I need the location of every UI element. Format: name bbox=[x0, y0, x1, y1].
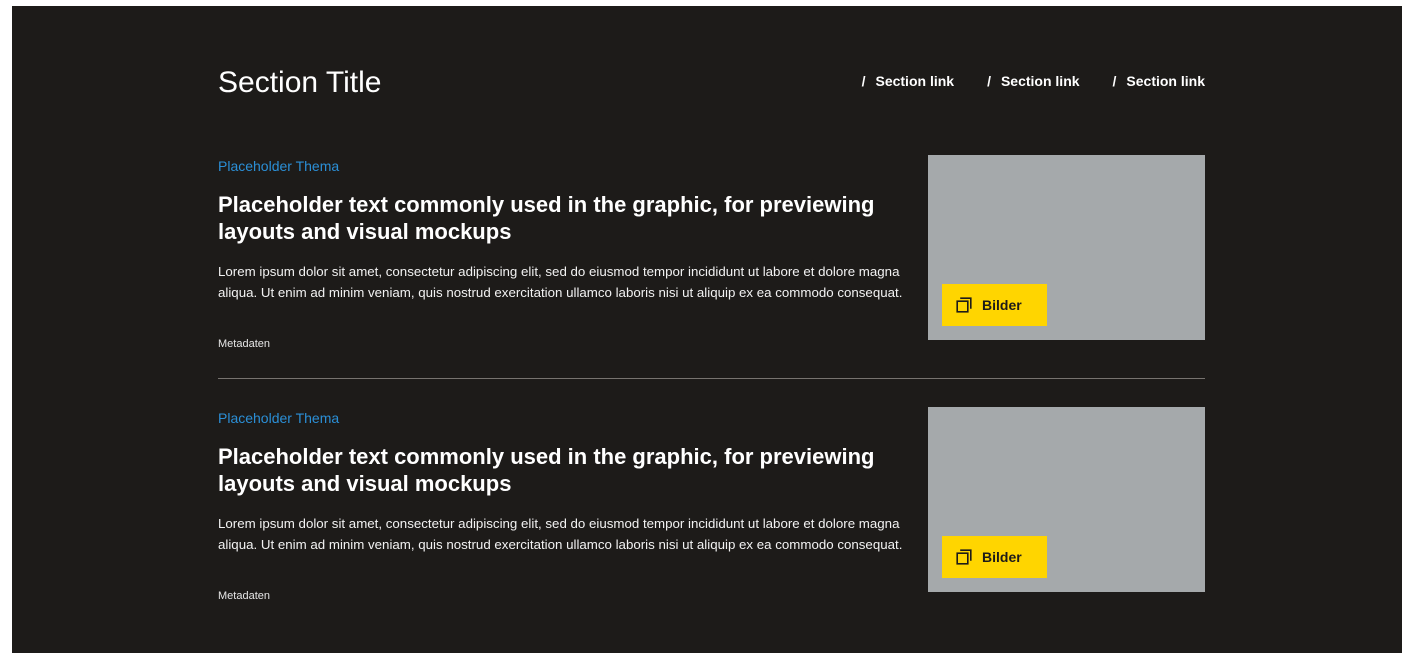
article-metadata: Metadaten bbox=[218, 338, 270, 350]
article-headline[interactable]: Placeholder text commonly used in the gr… bbox=[218, 191, 918, 245]
section-links: / Section link / Section link / Section … bbox=[862, 71, 1205, 91]
article-teaser[interactable]: Placeholder Thema Placeholder text commo… bbox=[218, 155, 1205, 350]
article-teaser-text: Lorem ipsum dolor sit amet, consectetur … bbox=[218, 516, 903, 552]
gallery-button-label: Bilder bbox=[982, 549, 1022, 565]
section-link-2[interactable]: / Section link bbox=[987, 71, 1079, 91]
article-headline[interactable]: Placeholder text commonly used in the gr… bbox=[218, 443, 918, 497]
section-link-1[interactable]: / Section link bbox=[862, 71, 954, 91]
section-link-3[interactable]: / Section link bbox=[1113, 71, 1205, 91]
article-teaser[interactable]: Placeholder Thema Placeholder text commo… bbox=[218, 407, 1205, 602]
article-metadata: Metadaten bbox=[218, 590, 270, 602]
section-title: Section Title bbox=[218, 66, 382, 99]
section-link-label: Section link bbox=[1000, 73, 1080, 89]
article-divider bbox=[218, 378, 1205, 379]
teaser-section: Section Title / Section link / Section l… bbox=[12, 6, 1402, 653]
article-image[interactable]: Bilder bbox=[928, 407, 1205, 592]
slash-icon: / bbox=[1112, 73, 1117, 89]
article-theme-link[interactable]: Placeholder Thema bbox=[218, 409, 339, 427]
slash-icon: / bbox=[987, 73, 991, 89]
gallery-button[interactable]: Bilder bbox=[942, 284, 1047, 326]
section-link-label: Section link bbox=[875, 73, 955, 89]
gallery-icon bbox=[956, 549, 972, 565]
article-teaser-text: Lorem ipsum dolor sit amet, consectetur … bbox=[218, 264, 903, 300]
gallery-icon bbox=[956, 297, 972, 313]
gallery-button-label: Bilder bbox=[982, 297, 1022, 313]
section-link-label: Section link bbox=[1126, 73, 1205, 89]
article-image[interactable]: Bilder bbox=[928, 155, 1205, 340]
article-theme-link[interactable]: Placeholder Thema bbox=[218, 157, 339, 175]
gallery-button[interactable]: Bilder bbox=[942, 536, 1047, 578]
slash-icon: / bbox=[861, 73, 866, 89]
